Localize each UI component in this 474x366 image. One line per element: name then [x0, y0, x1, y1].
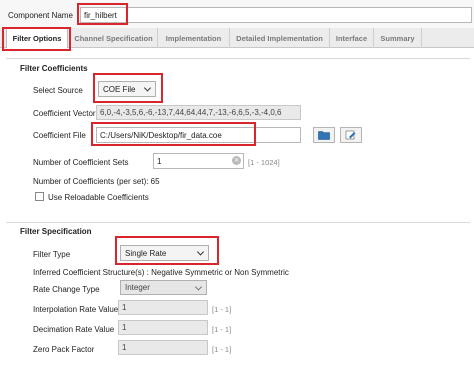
coefficient-vector-label: Coefficient Vector: [33, 109, 96, 118]
component-name-label: Component Name: [8, 11, 73, 20]
edit-file-button[interactable]: [340, 127, 362, 143]
decimation-rate-label: Decimation Rate Value: [33, 325, 115, 334]
zero-pack-input[interactable]: 1: [118, 340, 208, 355]
chevron-down-icon: [194, 282, 203, 291]
select-source-label: Select Source: [33, 86, 83, 95]
coefficient-vector-input[interactable]: 6,0,-4,-3,5,6,-6,-13,7,44,64,44,7,-13,-6…: [96, 105, 301, 120]
rate-change-dropdown[interactable]: Integer: [120, 280, 207, 295]
browse-file-button[interactable]: [313, 127, 335, 143]
tab-channel-specification[interactable]: Channel Specification: [70, 28, 158, 48]
tab-implementation[interactable]: Implementation: [158, 28, 230, 48]
chevron-down-icon: [196, 248, 205, 256]
tab-interface[interactable]: Interface: [330, 28, 374, 48]
reloadable-coefficients-label: Use Reloadable Coefficients: [48, 193, 149, 202]
interpolation-rate-label: Interpolation Rate Value: [33, 305, 119, 314]
folder-icon: [318, 131, 330, 140]
select-source-value: COE File: [103, 84, 136, 94]
tab-filter-options[interactable]: Filter Options: [6, 28, 68, 48]
rate-change-value: Integer: [125, 283, 150, 292]
zero-pack-label: Zero Pack Factor: [33, 345, 95, 354]
clear-icon[interactable]: ×: [232, 156, 241, 165]
num-sets-input[interactable]: 1: [153, 153, 244, 169]
filter-type-label: Filter Type: [33, 250, 71, 259]
component-name-input[interactable]: fir_hilbert: [80, 7, 472, 23]
chevron-down-icon: [143, 84, 152, 92]
decimation-rate-range: [1 - 1]: [212, 325, 232, 334]
filter-coefficients-title: Filter Coefficients: [20, 64, 88, 73]
inferred-structure-text: Inferred Coefficient Structure(s) : Nega…: [33, 268, 289, 277]
tab-detailed-implementation[interactable]: Detailed Implementation: [230, 28, 330, 48]
coefficient-file-input[interactable]: C:/Users/NiK/Desktop/fir_data.coe: [96, 127, 301, 143]
decimation-rate-input[interactable]: 1: [118, 320, 208, 335]
zero-pack-range: [1 - 1]: [212, 345, 232, 354]
interpolation-rate-input[interactable]: 1: [118, 300, 208, 315]
filter-specification-title: Filter Specification: [20, 227, 92, 236]
edit-icon: [345, 130, 356, 140]
coefficient-file-label: Coefficient File: [33, 131, 86, 140]
num-sets-label: Number of Coefficient Sets: [33, 158, 129, 167]
tab-bar: Filter Options Channel Specification Imp…: [0, 28, 474, 48]
num-per-set-text: Number of Coefficients (per set): 65: [33, 177, 160, 186]
filter-type-value: Single Rate: [125, 248, 167, 258]
num-sets-range: [1 - 1024]: [248, 158, 280, 167]
reloadable-coefficients-checkbox[interactable]: [35, 192, 44, 201]
tab-summary[interactable]: Summary: [374, 28, 422, 48]
interpolation-rate-range: [1 - 1]: [212, 305, 232, 314]
select-source-dropdown[interactable]: COE File: [98, 81, 156, 97]
rate-change-label: Rate Change Type: [33, 285, 100, 294]
filter-type-dropdown[interactable]: Single Rate: [120, 245, 209, 261]
